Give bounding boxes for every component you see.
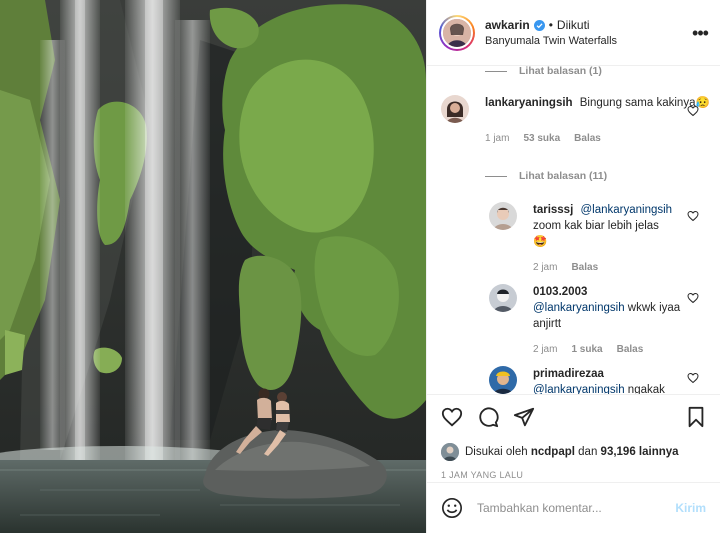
post-side-panel: awkarin • Diikuti Banyumala Twin Waterfa… xyxy=(426,0,720,533)
reply-username[interactable]: tarisssj xyxy=(533,204,573,216)
emoji-smiley-icon[interactable] xyxy=(441,497,463,519)
share-paper-plane-icon[interactable] xyxy=(513,406,535,428)
comment-likes[interactable]: 53 suka xyxy=(523,133,560,144)
view-replies-label: Lihat balasan (1) xyxy=(519,66,602,77)
likes-prefix: Disukai oleh xyxy=(465,446,528,458)
comment-item: lankaryaningsih Bingung sama kakinya😥 1 … xyxy=(441,95,710,144)
replies-line xyxy=(485,70,507,72)
post-location[interactable]: Banyumala Twin Waterfalls xyxy=(485,35,690,47)
reply-button[interactable]: Balas xyxy=(617,344,644,355)
reply-username[interactable]: primadirezaa xyxy=(533,368,604,380)
post-photo[interactable] xyxy=(0,0,426,533)
comment-username[interactable]: lankaryaningsih xyxy=(485,97,573,109)
save-bookmark-icon[interactable] xyxy=(686,406,706,428)
comment-text: Bingung sama kakinya xyxy=(579,97,696,109)
like-comment-heart-icon[interactable] xyxy=(687,105,699,117)
view-replies-label: Lihat balasan (11) xyxy=(519,170,608,182)
post-actions: Disukai oleh ncdpapl dan 93,196 lainnya … xyxy=(427,394,720,480)
author-avatar[interactable] xyxy=(439,14,475,51)
replies-line xyxy=(485,175,507,177)
comment-time[interactable]: 1 jam xyxy=(485,133,509,144)
post-timestamp[interactable]: 1 JAM YANG LALU xyxy=(441,470,706,480)
reply-avatar[interactable] xyxy=(489,284,517,312)
reply-time[interactable]: 2 jam xyxy=(533,262,557,273)
view-replies-top[interactable]: Lihat balasan (1) xyxy=(485,66,602,77)
comment-bubble-icon[interactable] xyxy=(477,406,499,428)
like-reply-heart-icon[interactable] xyxy=(687,372,699,384)
like-heart-icon[interactable] xyxy=(441,406,463,428)
reply-avatar[interactable] xyxy=(489,202,517,230)
post-header-text: awkarin • Diikuti Banyumala Twin Waterfa… xyxy=(485,18,690,47)
likes-summary: Disukai oleh ncdpapl dan 93,196 lainnya xyxy=(441,443,706,461)
reply-button[interactable]: Balas xyxy=(571,262,598,273)
reply-mention[interactable]: @lankaryaningsih xyxy=(533,302,625,314)
liker-avatar[interactable] xyxy=(441,443,459,461)
reply-text: ngakak xyxy=(627,384,665,394)
instagram-post: awkarin • Diikuti Banyumala Twin Waterfa… xyxy=(0,0,720,533)
author-username[interactable]: awkarin xyxy=(485,18,530,32)
likes-count[interactable]: 93,196 lainnya xyxy=(601,446,679,458)
reply-item: tarisssj @lankaryaningsih zoom kak biar … xyxy=(489,202,693,273)
reply-item: 0103.2003 @lankaryaningsih wkwk iyaa anj… xyxy=(489,284,693,355)
like-reply-heart-icon[interactable] xyxy=(687,210,699,222)
comments-list[interactable]: Lihat balasan (1) lankaryaningsih Bingun… xyxy=(427,66,720,394)
reply-item: primadirezaa @lankaryaningsih ngakak xyxy=(489,366,693,394)
reply-time[interactable]: 2 jam xyxy=(533,344,557,355)
waterfall-photo xyxy=(0,0,426,533)
reply-likes[interactable]: 1 suka xyxy=(571,344,602,355)
comment-input[interactable] xyxy=(477,501,676,515)
commenter-avatar[interactable] xyxy=(441,95,469,123)
like-reply-heart-icon[interactable] xyxy=(687,292,699,304)
add-comment-bar: Kirim xyxy=(427,482,720,533)
post-comment-button[interactable]: Kirim xyxy=(675,501,706,515)
reply-emoji: 🤩 xyxy=(533,236,548,248)
post-header: awkarin • Diikuti Banyumala Twin Waterfa… xyxy=(427,0,720,66)
reply-mention[interactable]: @lankaryaningsih xyxy=(533,384,625,394)
reply-avatar[interactable] xyxy=(489,366,517,394)
verified-badge-icon xyxy=(533,19,545,31)
liker-username[interactable]: ncdpapl xyxy=(531,446,575,458)
follow-status-button[interactable]: Diikuti xyxy=(557,18,590,32)
likes-and: dan xyxy=(578,446,598,458)
reply-username[interactable]: 0103.2003 xyxy=(533,286,587,298)
reply-mention[interactable]: @lankaryaningsih xyxy=(580,204,672,216)
view-replies-main[interactable]: Lihat balasan (11) xyxy=(485,170,607,182)
reply-text: zoom kak biar lebih jelas xyxy=(533,220,659,232)
separator-dot: • xyxy=(548,18,553,32)
reply-button[interactable]: Balas xyxy=(574,133,601,144)
more-options-icon[interactable]: ••• xyxy=(690,24,710,42)
